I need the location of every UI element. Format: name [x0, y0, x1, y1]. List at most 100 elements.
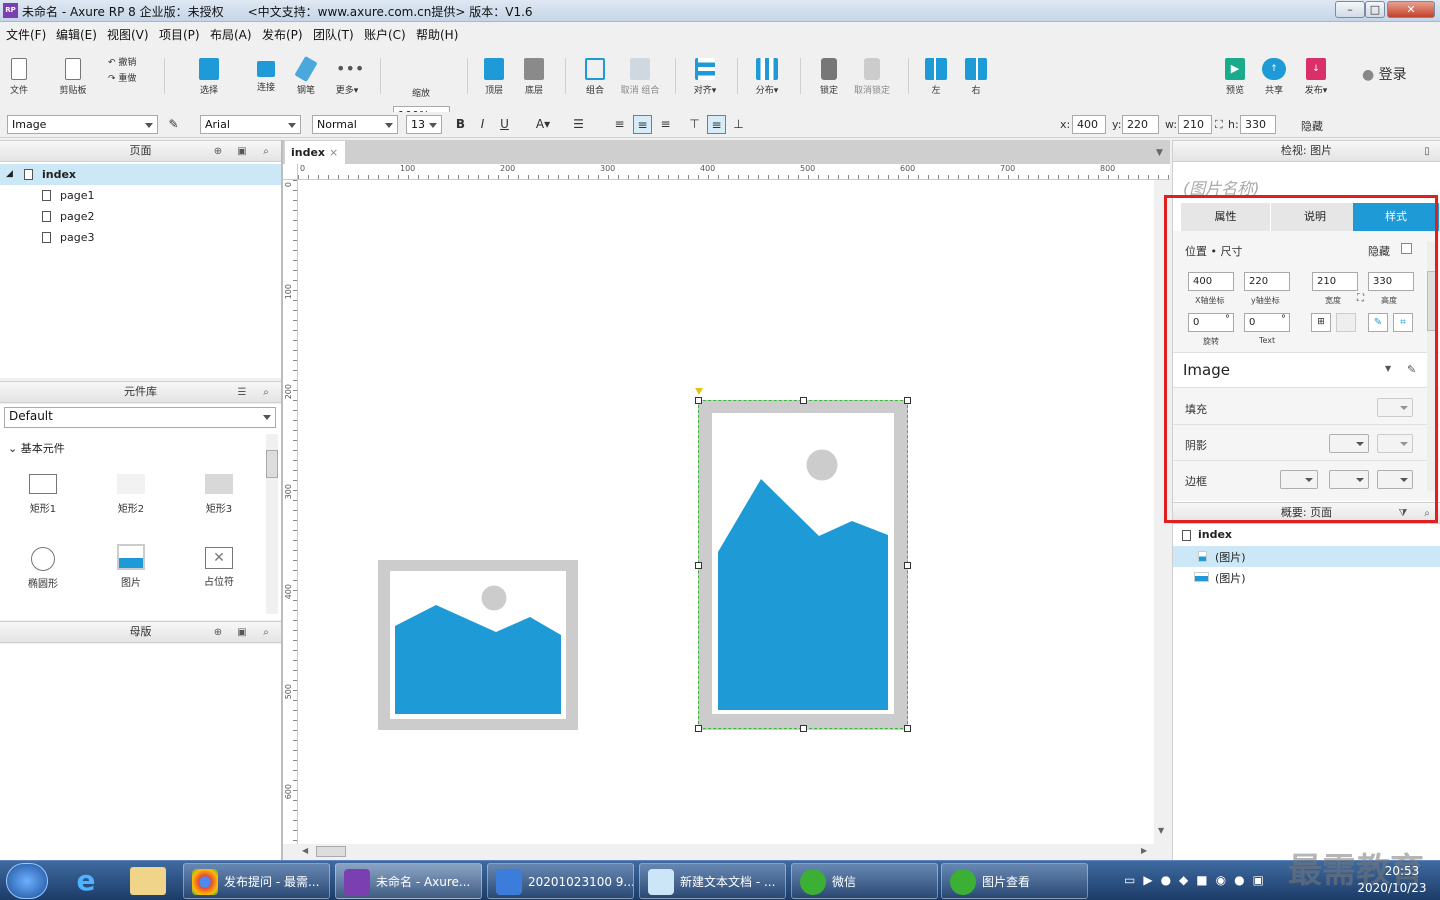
- more-button[interactable]: ••• 更多▾: [330, 58, 365, 96]
- search-icon[interactable]: ⌕: [260, 387, 272, 398]
- valign-middle-icon[interactable]: ≡: [707, 115, 726, 134]
- lock-button[interactable]: 锁定: [815, 58, 843, 96]
- font-color-icon[interactable]: A▾: [526, 115, 560, 134]
- resize-handle[interactable]: [695, 397, 702, 404]
- h-field[interactable]: 330: [1240, 115, 1276, 134]
- outline-root[interactable]: index: [1173, 525, 1440, 546]
- taskbar-notepad[interactable]: 新建文本文档 - ...: [639, 863, 786, 899]
- w-field[interactable]: 210: [1178, 115, 1212, 134]
- menu-help[interactable]: 帮助(H): [416, 26, 458, 43]
- taskbar-chrome[interactable]: 发布提问 - 最需...: [183, 863, 330, 899]
- publish-button[interactable]: ↓ 发布▾: [1299, 58, 1333, 96]
- resize-handle[interactable]: [695, 725, 702, 732]
- widget-group-header[interactable]: ⌄ 基本元件: [8, 440, 65, 456]
- tab-list-dropdown-icon[interactable]: ▼: [1156, 148, 1163, 158]
- taskbar-wechat[interactable]: 微信: [791, 863, 938, 899]
- outline-item[interactable]: (图片): [1173, 546, 1440, 567]
- resize-handle[interactable]: [904, 562, 911, 569]
- group-button[interactable]: 组合: [581, 58, 609, 96]
- outline-item[interactable]: (图片): [1173, 567, 1440, 588]
- style-edit-icon[interactable]: ✎: [164, 115, 183, 134]
- resize-handle[interactable]: [904, 397, 911, 404]
- resize-handle[interactable]: [800, 397, 807, 404]
- pen-button[interactable]: 钢笔: [292, 55, 320, 96]
- align-left-icon[interactable]: ≡: [610, 115, 629, 134]
- menu-edit[interactable]: 编辑(E): [56, 26, 97, 43]
- taskbar-video[interactable]: 20201023100 9...: [487, 863, 634, 899]
- taskbar-image-viewer[interactable]: 图片查看: [941, 863, 1088, 899]
- menu-file[interactable]: 文件(F): [6, 26, 46, 43]
- add-folder-icon[interactable]: ▣: [236, 627, 248, 638]
- font-weight-select[interactable]: Normal: [312, 115, 398, 134]
- corner-radius-handle[interactable]: [695, 388, 703, 395]
- bold-button[interactable]: B: [451, 115, 470, 134]
- share-button[interactable]: ↑ 共享: [1260, 58, 1288, 96]
- file-button[interactable]: 文件: [5, 58, 33, 96]
- tab-close-icon[interactable]: ×: [329, 141, 338, 164]
- library-select[interactable]: Default: [4, 407, 276, 428]
- menu-view[interactable]: 视图(V): [107, 26, 149, 43]
- image-widget-1[interactable]: [378, 560, 578, 730]
- widget-ellipse[interactable]: 椭圆形: [13, 547, 73, 590]
- resize-handle[interactable]: [904, 725, 911, 732]
- top-layer-button[interactable]: 顶层: [480, 58, 508, 96]
- maximize-button[interactable]: □: [1365, 1, 1385, 18]
- add-folder-icon[interactable]: ▣: [236, 146, 248, 157]
- tab-index[interactable]: index ×: [285, 141, 345, 164]
- ratio-lock-icon[interactable]: ⛶: [1215, 118, 1223, 132]
- ie-icon[interactable]: e: [68, 865, 104, 897]
- page-item-index[interactable]: ◢ index: [0, 164, 281, 185]
- ungroup-button[interactable]: 取消 组合: [618, 58, 662, 96]
- design-canvas[interactable]: [298, 180, 1154, 844]
- align-right-icon[interactable]: ≡: [656, 115, 675, 134]
- canvas-horizontal-scrollbar[interactable]: ◀ ▶: [298, 844, 1154, 860]
- search-icon[interactable]: ⌕: [260, 627, 272, 638]
- menu-layout[interactable]: 布局(A): [210, 26, 252, 43]
- valign-top-icon[interactable]: ⊤: [685, 115, 704, 134]
- align-button[interactable]: 对齐▾: [688, 58, 722, 96]
- folder-icon[interactable]: [130, 867, 166, 895]
- add-master-icon[interactable]: ⊕: [212, 627, 224, 638]
- menu-publish[interactable]: 发布(P): [262, 26, 303, 43]
- y-field[interactable]: 220: [1122, 115, 1159, 134]
- page-item-page3[interactable]: page3: [0, 227, 281, 248]
- widget-style-select[interactable]: Image: [7, 115, 158, 134]
- start-button[interactable]: [6, 863, 48, 899]
- taskbar-axure[interactable]: 未命名 - Axure...: [335, 863, 482, 899]
- font-size-select[interactable]: 13: [406, 115, 442, 134]
- widget-rect1[interactable]: 矩形1: [13, 474, 73, 515]
- search-icon[interactable]: ⌕: [260, 146, 272, 157]
- underline-button[interactable]: U: [495, 115, 514, 134]
- menu-account[interactable]: 账户(C): [364, 26, 406, 43]
- valign-bottom-icon[interactable]: ⊥: [729, 115, 748, 134]
- unlock-button[interactable]: 取消锁定: [850, 58, 894, 96]
- widget-rect2[interactable]: 矩形2: [101, 474, 161, 515]
- close-button[interactable]: ✕: [1387, 1, 1435, 18]
- page-item-page2[interactable]: page2: [0, 206, 281, 227]
- bottom-layer-button[interactable]: 底层: [520, 58, 548, 96]
- clipboard-button[interactable]: 剪贴板: [56, 58, 90, 96]
- italic-button[interactable]: I: [473, 115, 492, 134]
- system-tray-icons[interactable]: ▭▶●◆■◉●▣: [1124, 873, 1294, 889]
- resize-handle[interactable]: [800, 725, 807, 732]
- notes-icon[interactable]: ▯: [1421, 146, 1433, 157]
- undo-button[interactable]: ↶ 撤销: [108, 55, 148, 68]
- widget-placeholder[interactable]: ✕ 占位符: [189, 547, 249, 588]
- right-panel-button[interactable]: 右: [962, 58, 990, 96]
- align-center-icon[interactable]: ≡: [633, 115, 652, 134]
- login-button[interactable]: ● 登录: [1362, 64, 1422, 84]
- minimize-button[interactable]: –: [1335, 1, 1365, 18]
- widget-image[interactable]: 图片: [101, 544, 161, 589]
- library-scrollbar[interactable]: [266, 434, 278, 614]
- font-family-select[interactable]: Arial: [200, 115, 301, 134]
- add-page-icon[interactable]: ⊕: [212, 146, 224, 157]
- x-field[interactable]: 400: [1072, 115, 1106, 134]
- left-panel-button[interactable]: 左: [922, 58, 950, 96]
- connect-button[interactable]: 连接: [252, 58, 280, 93]
- redo-button[interactable]: ↷ 重做: [108, 71, 148, 84]
- menu-team[interactable]: 团队(T): [313, 26, 354, 43]
- page-item-page1[interactable]: page1: [0, 185, 281, 206]
- widget-rect3[interactable]: 矩形3: [189, 474, 249, 515]
- bullet-list-icon[interactable]: ☰: [569, 115, 588, 134]
- collapse-icon[interactable]: ◢: [6, 164, 13, 185]
